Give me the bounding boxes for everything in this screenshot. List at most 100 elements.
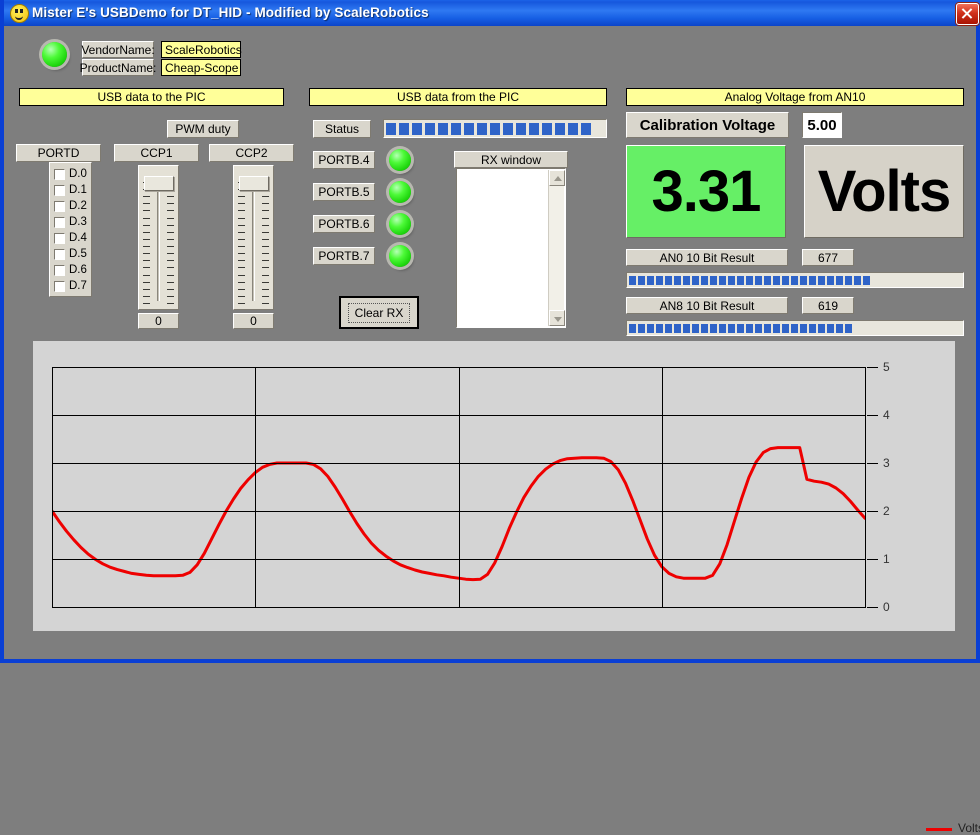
- chart-y-tick-label: 0: [883, 600, 890, 614]
- chart-gridline-vertical: [459, 367, 460, 607]
- progress-segment: [674, 276, 681, 285]
- an8-result-label: AN8 10 Bit Result: [626, 297, 788, 314]
- voltage-chart: 012345 Volts: [33, 341, 955, 631]
- portd-bit-row[interactable]: D.1: [50, 182, 91, 198]
- legend-color-swatch: [926, 828, 952, 831]
- progress-segment: [692, 324, 699, 333]
- progress-segment: [665, 276, 672, 285]
- ccp1-slider-ticks-left: [143, 182, 150, 303]
- portd-bit-row[interactable]: D.2: [50, 198, 91, 214]
- progress-segment: [701, 276, 708, 285]
- progress-segment: [836, 324, 843, 333]
- chart-gridline-horizontal: [52, 607, 866, 608]
- progress-segment: [755, 324, 762, 333]
- ccp2-slider[interactable]: [233, 165, 274, 310]
- progress-segment: [818, 324, 825, 333]
- chart-y-tick: [867, 511, 878, 512]
- portd-bit-row[interactable]: D.7: [50, 278, 91, 294]
- ccp2-slider-thumb[interactable]: [239, 176, 269, 191]
- progress-segment: [503, 123, 513, 135]
- progress-segment: [412, 123, 422, 135]
- progress-segment: [674, 324, 681, 333]
- portd-bit-row[interactable]: D.6: [50, 262, 91, 278]
- rx-window-textarea[interactable]: [456, 168, 566, 328]
- progress-segment: [683, 276, 690, 285]
- smiley-face-icon: [10, 4, 29, 23]
- chart-y-tick: [867, 559, 878, 560]
- chart-y-tick: [867, 367, 878, 368]
- checkbox-d2-label: D.2: [69, 200, 87, 212]
- checkbox-d5-label: D.5: [69, 248, 87, 260]
- progress-segment: [464, 123, 474, 135]
- clear-rx-button[interactable]: Clear RX: [339, 296, 419, 329]
- progress-segment: [477, 123, 487, 135]
- portb4-led: [389, 149, 411, 171]
- checkbox-d3-label: D.3: [69, 216, 87, 228]
- ccp1-value: 0: [138, 313, 179, 329]
- checkbox-d4-label: D.4: [69, 232, 87, 244]
- progress-segment: [854, 276, 861, 285]
- chevron-down-icon: [554, 317, 562, 322]
- progress-segment: [791, 276, 798, 285]
- progress-segment: [425, 123, 435, 135]
- progress-segment: [845, 324, 852, 333]
- progress-segment: [555, 123, 565, 135]
- voltage-readout: 3.31: [626, 145, 786, 238]
- checkbox-d2[interactable]: [54, 201, 65, 212]
- portd-bit-row[interactable]: D.4: [50, 230, 91, 246]
- chart-y-tick-label: 3: [883, 456, 890, 470]
- checkbox-d7-label: D.7: [69, 280, 87, 292]
- ccp2-slider-ticks-right: [262, 182, 269, 303]
- ccp2-slider-track: [252, 192, 255, 301]
- progress-segment: [800, 276, 807, 285]
- ccp1-slider[interactable]: [138, 165, 179, 310]
- portd-bit-row[interactable]: D.0: [50, 166, 91, 182]
- progress-segment: [782, 276, 789, 285]
- progress-segment: [647, 324, 654, 333]
- chart-y-tick-label: 5: [883, 360, 890, 374]
- legend-label: Volts: [958, 821, 980, 835]
- chart-y-tick: [867, 415, 878, 416]
- tx-panel-banner: USB data to the PIC: [19, 88, 284, 106]
- chart-gridline-vertical: [255, 367, 256, 607]
- progress-segment: [728, 324, 735, 333]
- chart-y-tick: [867, 463, 878, 464]
- scroll-down-button[interactable]: [549, 310, 565, 326]
- portd-bit-row[interactable]: D.3: [50, 214, 91, 230]
- portd-bit-row[interactable]: D.5: [50, 246, 91, 262]
- progress-segment: [773, 324, 780, 333]
- progress-segment: [692, 276, 699, 285]
- product-name-value: Cheap-Scope: [161, 59, 241, 76]
- an8-result-value: 619: [802, 297, 854, 314]
- checkbox-d4[interactable]: [54, 233, 65, 244]
- chart-y-tick-label: 4: [883, 408, 890, 422]
- portb6-label: PORTB.6: [313, 215, 375, 233]
- progress-segment: [719, 324, 726, 333]
- chevron-up-icon: [554, 176, 562, 181]
- title-bar: Mister E's USBDemo for DT_HID - Modified…: [4, 0, 980, 26]
- progress-segment: [827, 324, 834, 333]
- progress-segment: [782, 324, 789, 333]
- checkbox-d7[interactable]: [54, 281, 65, 292]
- close-icon[interactable]: [956, 3, 979, 25]
- checkbox-d1[interactable]: [54, 185, 65, 196]
- scroll-up-button[interactable]: [549, 170, 565, 186]
- portb7-led: [389, 245, 411, 267]
- chart-y-tick-label: 2: [883, 504, 890, 518]
- rx-window-scrollbar[interactable]: [548, 170, 564, 326]
- chart-y-tick: [867, 607, 878, 608]
- checkbox-d0[interactable]: [54, 169, 65, 180]
- progress-segment: [647, 276, 654, 285]
- progress-segment: [863, 276, 870, 285]
- pwm-duty-label: PWM duty: [167, 120, 239, 138]
- ccp1-slider-thumb[interactable]: [144, 176, 174, 191]
- ccp1-label: CCP1: [114, 144, 199, 162]
- an8-progress-bar: [626, 320, 964, 336]
- progress-segment: [746, 276, 753, 285]
- checkbox-d3[interactable]: [54, 217, 65, 228]
- progress-segment: [629, 276, 636, 285]
- calibration-voltage-input[interactable]: 5.00: [802, 112, 842, 138]
- progress-segment: [719, 276, 726, 285]
- checkbox-d6[interactable]: [54, 265, 65, 276]
- checkbox-d5[interactable]: [54, 249, 65, 260]
